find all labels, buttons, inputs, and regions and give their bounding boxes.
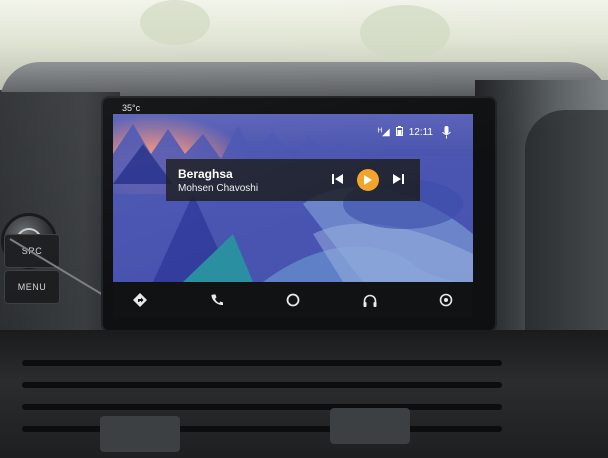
play-button[interactable] [357, 169, 379, 191]
clock-time: 12:11 [408, 127, 433, 138]
mic-icon[interactable] [442, 126, 451, 142]
next-track-icon[interactable] [393, 173, 404, 187]
car-dashboard-photo: SRC MENU 35°c ᴴ◢ 12:11 [0, 0, 608, 458]
track-title: Beraghsa [178, 166, 233, 181]
menu-button[interactable]: MENU [4, 270, 60, 304]
previous-track-icon[interactable] [332, 173, 343, 187]
battery-icon [395, 126, 403, 139]
headphones-icon[interactable] [357, 288, 383, 312]
air-vents [0, 330, 608, 458]
artist-name: Mohsen Chavoshi [178, 182, 259, 194]
car-exit-icon[interactable] [433, 288, 459, 312]
network-indicator: ᴴ◢ [377, 127, 390, 138]
android-auto-screen: ᴴ◢ 12:11 Beraghsa Mohsen Chavoshi [113, 114, 473, 282]
playback-controls [332, 169, 404, 191]
song-info: Beraghsa Mohsen Chavoshi [178, 167, 332, 194]
vent-slat [22, 404, 502, 410]
background-tree [360, 5, 450, 60]
phone-icon[interactable] [204, 288, 230, 312]
vent-slat [22, 426, 502, 432]
temperature-readout: 35°c [122, 103, 141, 113]
vent-slat [22, 360, 502, 366]
left-control-panel: SRC MENU [0, 92, 120, 352]
vent-adjuster[interactable] [330, 408, 410, 444]
vent-adjuster[interactable] [100, 416, 180, 452]
background-tree [140, 0, 210, 45]
android-auto-nav-bar [113, 283, 473, 317]
vent-slat [22, 382, 502, 388]
home-icon[interactable] [280, 288, 306, 312]
now-playing-card[interactable]: Beraghsa Mohsen Chavoshi [166, 159, 420, 201]
navigation-icon[interactable] [127, 288, 153, 312]
